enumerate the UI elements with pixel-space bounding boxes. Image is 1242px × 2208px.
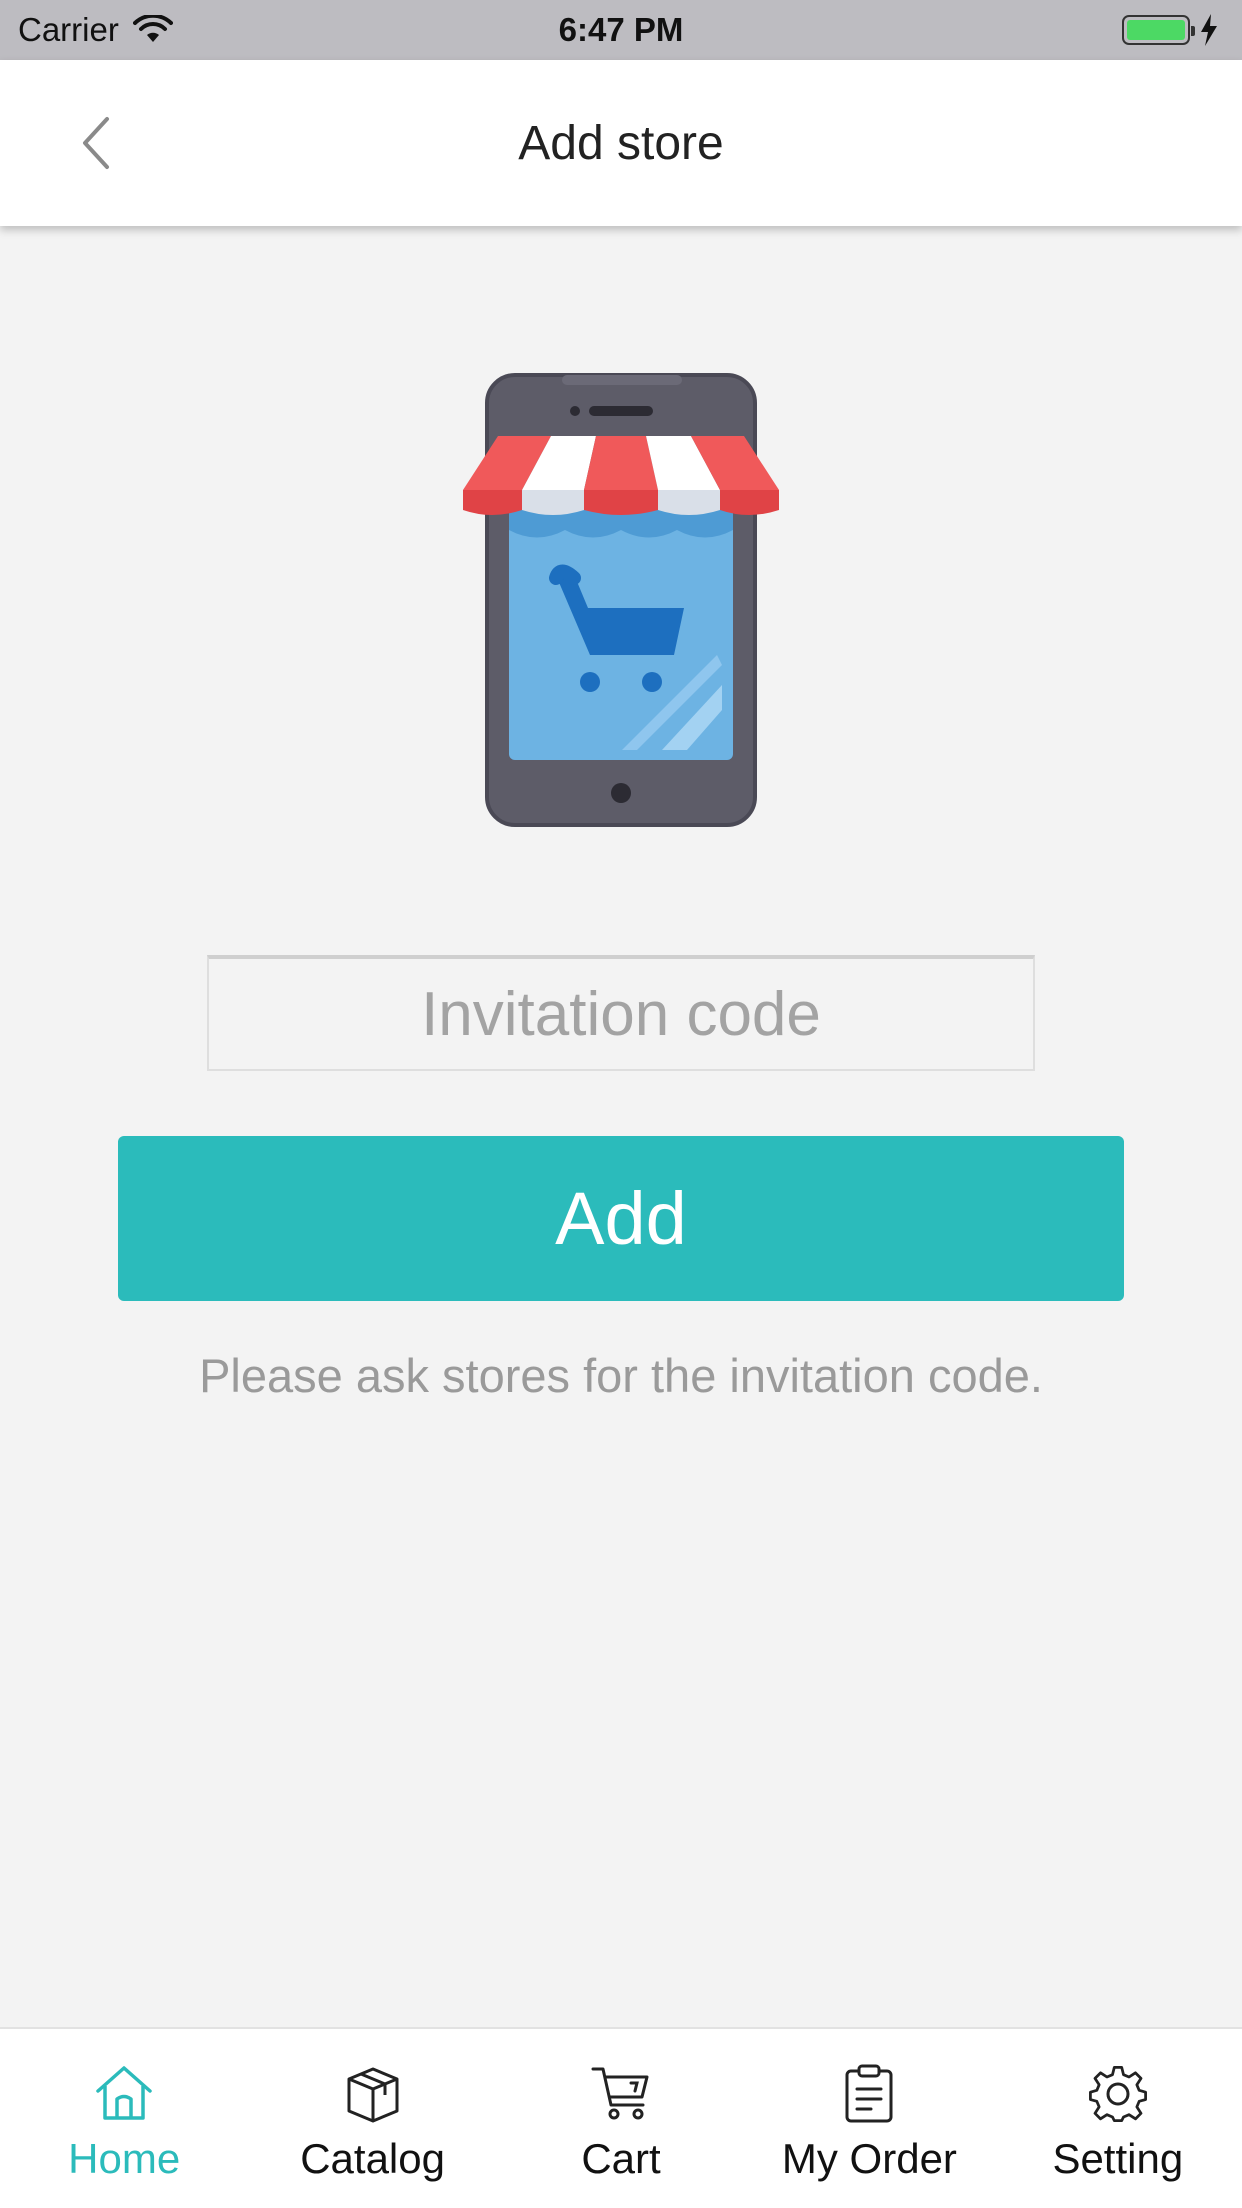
- tab-cart[interactable]: Cart: [497, 2029, 745, 2208]
- clipboard-icon: [845, 2064, 893, 2123]
- back-button[interactable]: [60, 108, 130, 178]
- tab-label: My Order: [781, 2135, 957, 2182]
- battery-icon: [1122, 15, 1195, 45]
- tab-setting[interactable]: Setting: [994, 2029, 1242, 2208]
- nav-bar: Add store: [0, 60, 1242, 226]
- tab-label: Cart: [581, 2135, 661, 2182]
- home-icon: [96, 2066, 152, 2120]
- add-button[interactable]: Add: [118, 1136, 1124, 1301]
- status-left: Carrier: [18, 11, 173, 49]
- box-icon: [347, 2067, 399, 2123]
- charging-bolt-icon: [1201, 14, 1217, 46]
- tab-catalog[interactable]: Catalog: [248, 2029, 496, 2208]
- carrier-label: Carrier: [18, 11, 119, 48]
- cart-icon: [591, 2067, 649, 2120]
- gear-icon: [1088, 2065, 1147, 2123]
- tab-my-order[interactable]: My Order: [745, 2029, 993, 2208]
- invitation-code-input[interactable]: [207, 955, 1035, 1071]
- chevron-left-icon: [83, 117, 109, 169]
- status-right: [1122, 13, 1220, 47]
- tab-bar: Home Catalog Cart My Order Setting: [0, 2027, 1242, 2208]
- wifi-icon: [132, 15, 173, 42]
- tab-label: Catalog: [300, 2135, 445, 2182]
- tab-label: Setting: [1052, 2135, 1184, 2182]
- tab-label: Home: [68, 2135, 181, 2182]
- status-bar: Carrier 6:47 PM: [0, 0, 1242, 60]
- status-time: 6:47 PM: [558, 11, 684, 48]
- mobile-store-icon: [462, 370, 780, 830]
- tab-home[interactable]: Home: [0, 2029, 248, 2208]
- hint-text: Please ask stores for the invitation cod…: [199, 1349, 1043, 1402]
- battery-level: [1127, 20, 1185, 40]
- page-title: Add store: [518, 116, 724, 170]
